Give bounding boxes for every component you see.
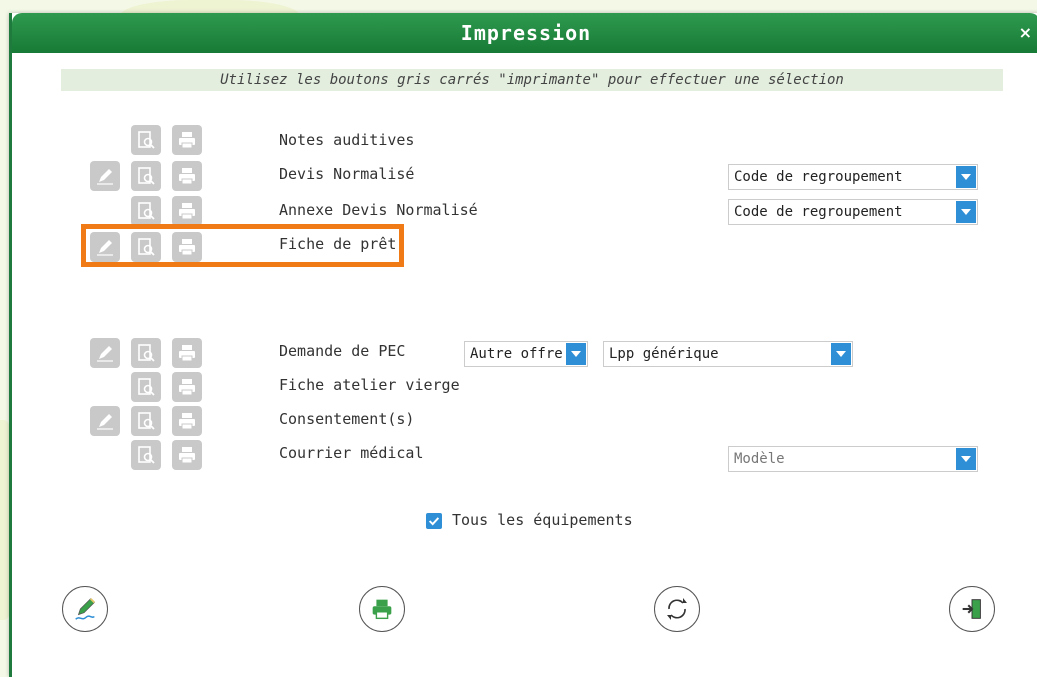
preview-button[interactable]: [131, 440, 161, 470]
select-value: Lpp générique: [609, 346, 719, 362]
signature-icon: [75, 598, 95, 620]
exit-icon: [962, 599, 981, 619]
sign-button[interactable]: [90, 406, 120, 436]
chevron-down-icon: [956, 166, 976, 188]
preview-button[interactable]: [131, 338, 161, 368]
print-dialog: Impression × Utilisez les boutons gris c…: [9, 13, 1037, 677]
preview-icon: [138, 202, 155, 220]
checkmark-icon: [428, 517, 440, 526]
refresh-button[interactable]: [654, 586, 700, 632]
chevron-down-icon: [956, 448, 976, 470]
select-value: Code de regroupement: [734, 169, 903, 185]
close-icon[interactable]: ×: [1019, 23, 1032, 42]
printer-icon: [179, 168, 195, 185]
row-label-demande-pec: Demande de PEC: [279, 342, 406, 360]
print-button[interactable]: [172, 440, 202, 470]
exit-button[interactable]: [949, 586, 995, 632]
preview-button[interactable]: [131, 196, 161, 226]
printer-icon: [179, 345, 195, 362]
printer-icon: [372, 599, 392, 620]
row-label-fiche-atelier: Fiche atelier vierge: [279, 376, 460, 394]
dialog-titlebar: Impression ×: [12, 13, 1037, 53]
select-value: Code de regroupement: [734, 204, 903, 220]
printer-icon: [179, 203, 195, 220]
preview-icon: [138, 412, 155, 430]
highlight-box: [81, 224, 404, 267]
pen-icon: [97, 414, 113, 430]
printer-icon: [179, 413, 195, 430]
chevron-down-icon: [566, 343, 586, 365]
preview-icon: [138, 167, 155, 185]
printer-icon: [179, 132, 195, 149]
print-button[interactable]: [172, 161, 202, 191]
sign-all-button[interactable]: [62, 586, 108, 632]
grouping-code-select[interactable]: Code de regroupement: [728, 164, 978, 190]
preview-button[interactable]: [131, 161, 161, 191]
print-button[interactable]: [172, 406, 202, 436]
print-button[interactable]: [172, 125, 202, 155]
refresh-icon: [667, 598, 687, 620]
preview-button[interactable]: [131, 372, 161, 402]
printer-icon: [179, 379, 195, 396]
pen-icon: [97, 346, 113, 362]
chevron-down-icon: [831, 343, 851, 365]
print-button[interactable]: [172, 196, 202, 226]
print-button[interactable]: [172, 338, 202, 368]
preview-icon: [138, 131, 155, 149]
all-equipment-label: Tous les équipements: [452, 511, 633, 529]
print-all-button[interactable]: [359, 586, 405, 632]
row-label-annexe-devis: Annexe Devis Normalisé: [279, 201, 478, 219]
template-select[interactable]: Modèle: [728, 446, 978, 472]
chevron-down-icon: [956, 201, 976, 223]
preview-button[interactable]: [131, 125, 161, 155]
sign-button[interactable]: [90, 161, 120, 191]
row-label-devis-normalise: Devis Normalisé: [279, 165, 415, 183]
dialog-title: Impression: [460, 21, 592, 45]
preview-icon: [138, 344, 155, 362]
grouping-code-select-annexe[interactable]: Code de regroupement: [728, 199, 978, 225]
pen-icon: [97, 169, 113, 185]
row-label-courrier-medical: Courrier médical: [279, 444, 424, 462]
lpp-select[interactable]: Lpp générique: [603, 341, 853, 367]
select-value: Autre offre: [470, 346, 563, 362]
row-label-notes-auditives: Notes auditives: [279, 131, 415, 149]
select-value: Modèle: [734, 451, 785, 467]
preview-button[interactable]: [131, 406, 161, 436]
offer-select[interactable]: Autre offre: [464, 341, 588, 367]
row-label-consentements: Consentement(s): [279, 410, 415, 428]
printer-icon: [179, 447, 195, 464]
all-equipment-checkbox[interactable]: [426, 513, 442, 529]
preview-icon: [138, 378, 155, 396]
print-button[interactable]: [172, 372, 202, 402]
sign-button[interactable]: [90, 338, 120, 368]
preview-icon: [138, 446, 155, 464]
instruction-banner: Utilisez les boutons gris carrés "imprim…: [61, 69, 1003, 91]
